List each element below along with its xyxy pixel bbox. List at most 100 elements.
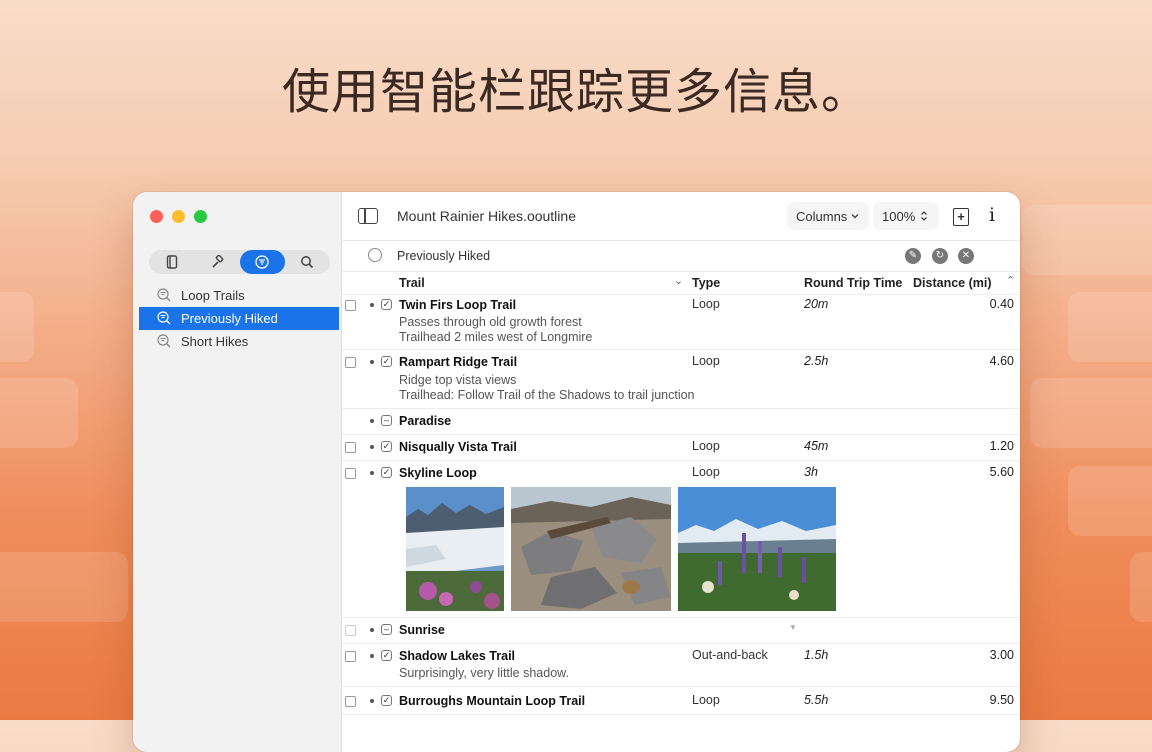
close-button[interactable] [150,210,163,223]
background-tile [1022,205,1152,275]
status-checkbox[interactable]: ✓ [381,467,392,478]
add-row-button[interactable]: + [953,208,969,226]
row-time: 5.5h [804,693,829,707]
filter-search-icon [157,288,171,302]
window-controls [150,210,207,223]
search-tab[interactable] [285,250,330,274]
filter-name: Previously Hiked [397,249,491,263]
sidebar-item-short-hikes[interactable]: Short Hikes [139,330,339,353]
filter-tab[interactable] [239,250,285,274]
note-icon[interactable] [345,442,356,453]
zoom-button[interactable] [194,210,207,223]
status-checkbox[interactable]: ✓ [381,650,392,661]
background-tile [0,378,78,448]
status-checkbox[interactable]: ✓ [381,299,392,310]
sidebar-item-previously-hiked[interactable]: Previously Hiked [139,307,339,330]
outline-tab[interactable] [149,250,194,274]
row-title: Paradise [399,414,452,428]
zoom-popup-button[interactable]: 100% [873,202,939,230]
row-time: 20m [804,297,829,311]
column-headers: Trail ⌄ Type Round Trip Time Distance (m… [342,272,1020,295]
column-header-trail[interactable]: Trail [399,276,425,290]
note-icon[interactable] [345,468,356,479]
up-down-chevron-icon [921,211,928,221]
row-handle-icon[interactable] [370,471,374,475]
note-icon[interactable] [345,300,356,311]
row-time: 3h [804,465,818,479]
note-icon[interactable] [345,625,356,636]
filter-icon [255,255,269,269]
row-time: 2.5h [804,354,829,368]
row-type: Loop [692,439,720,453]
note-icon[interactable] [345,651,356,662]
filter-search-icon [157,311,171,325]
info-button[interactable]: i [989,204,995,226]
group-row[interactable]: – Sunrise ▼ [342,618,1020,644]
row-distance: 3.00 [989,648,1014,662]
edit-filter-icon[interactable]: ✎ [905,248,921,264]
sidebar-item-label: Short Hikes [181,334,249,349]
filter-bar: Previously Hiked ✎ ↻ ✕ [342,241,1020,272]
status-checkbox[interactable]: ✓ [381,356,392,367]
sidebar-item-label: Loop Trails [181,288,245,303]
minimize-button[interactable] [172,210,185,223]
clear-filter-icon[interactable]: ✕ [958,248,974,264]
row-type: Loop [692,693,720,707]
chevron-down-icon[interactable]: ⌄ [674,274,683,287]
row-handle-icon[interactable] [370,360,374,364]
group-row[interactable]: – Paradise [342,409,1020,435]
row-title: Twin Firs Loop Trail [399,298,517,312]
row-time: 45m [804,439,829,453]
status-checkbox[interactable]: ✓ [381,441,392,452]
photo-lupine-meadow[interactable] [678,487,836,611]
outline-row[interactable]: ✓ Nisqually Vista Trail Loop 45m 1.20 [342,435,1020,461]
row-type: Out-and-back [692,648,768,662]
background-tile [1068,466,1152,536]
inspect-tab[interactable] [194,250,239,274]
columns-menu-button[interactable]: Columns [787,202,870,230]
row-handle-icon[interactable] [370,445,374,449]
sort-ascending-icon[interactable]: ⌃ [1006,274,1015,287]
outline-row[interactable]: ✓ Skyline Loop Loop 3h 5.60 [342,461,1020,618]
columns-label: Columns [796,208,848,224]
hammer-icon [212,255,224,268]
page-headline: 使用智能栏跟踪更多信息。 [281,64,870,120]
row-title: Shadow Lakes Trail [399,649,516,663]
row-handle-icon[interactable] [370,303,374,307]
sidebar-item-loop-trails[interactable]: Loop Trails [139,284,339,307]
row-title: Burroughs Mountain Loop Trail [399,694,586,708]
filter-icon [368,248,382,262]
dropdown-arrow-icon[interactable]: ▼ [789,623,797,632]
outline-row[interactable]: ✓ Burroughs Mountain Loop Trail Loop 5.5… [342,689,1020,715]
row-time: 1.5h [804,648,829,662]
refresh-filter-icon[interactable]: ↻ [932,248,948,264]
row-distance: 5.60 [989,465,1014,479]
photo-rocks-marmot[interactable] [511,487,671,611]
background-tile [0,552,128,622]
outline-row[interactable]: ✓ Twin Firs Loop Trail Passes through ol… [342,293,1020,350]
row-note: Ridge top vista views [399,373,517,387]
sidebar-toggle-icon[interactable] [358,208,378,224]
row-distance: 0.40 [989,297,1014,311]
background-tile [1130,552,1152,622]
row-handle-icon[interactable] [370,419,374,423]
photo-mountain-snow[interactable] [406,487,504,611]
mixed-status-checkbox[interactable]: – [381,415,392,426]
outline-row[interactable]: ✓ Shadow Lakes Trail Surprisingly, very … [342,644,1020,687]
outline-pane: Mount Rainier Hikes.ooutline Columns 100… [342,192,1020,752]
row-handle-icon[interactable] [370,699,374,703]
column-header-time[interactable]: Round Trip Time [804,276,902,290]
background-tile [0,292,34,362]
mixed-status-checkbox[interactable]: – [381,624,392,635]
row-handle-icon[interactable] [370,628,374,632]
column-header-distance[interactable]: Distance (mi) [913,276,992,290]
outline-row[interactable]: ✓ Rampart Ridge Trail Ridge top vista vi… [342,350,1020,409]
row-handle-icon[interactable] [370,654,374,658]
background-tile [1030,378,1152,448]
note-icon[interactable] [345,696,356,707]
sidebar-item-label: Previously Hiked [181,311,278,326]
background-tile [1068,292,1152,362]
status-checkbox[interactable]: ✓ [381,695,392,706]
column-header-type[interactable]: Type [692,276,720,290]
note-icon[interactable] [345,357,356,368]
